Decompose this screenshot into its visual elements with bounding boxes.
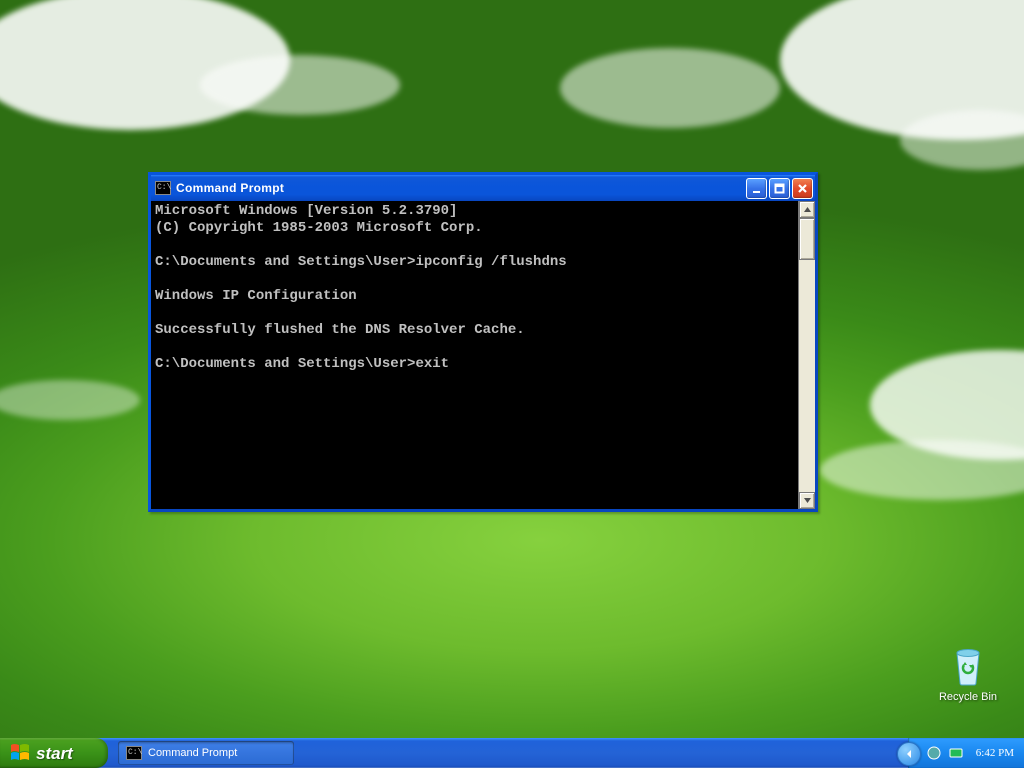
cmd-icon: C:\ [155,181,171,195]
desktop-icon-label: Recycle Bin [932,691,1004,703]
titlebar[interactable]: C:\ Command Prompt [151,175,815,202]
system-tray[interactable]: 6:42 PM [908,738,1024,768]
recycle-bin-icon [950,643,986,687]
desktop-icon-recycle-bin[interactable]: Recycle Bin [932,643,1004,703]
taskbar-button-label: Command Prompt [148,747,237,759]
taskbar[interactable]: start C:\ Command Prompt 6:42 PM [0,738,1024,768]
tray-collapse-button[interactable] [897,742,921,766]
command-prompt-window[interactable]: C:\ Command Prompt Microsoft Windows [Ve… [148,172,818,512]
cloud-decoration [0,380,140,420]
taskbar-button-command-prompt[interactable]: C:\ Command Prompt [118,741,294,765]
cloud-decoration [820,440,1024,500]
cloud-decoration [200,55,400,115]
minimize-button[interactable] [746,178,767,199]
windows-logo-icon [10,744,30,762]
scroll-up-button[interactable] [799,201,815,218]
scrollbar-thumb[interactable] [799,218,815,260]
terminal-output[interactable]: Microsoft Windows [Version 5.2.3790] (C)… [151,201,798,509]
tray-icon[interactable] [926,745,942,761]
start-button[interactable]: start [0,738,108,768]
cloud-decoration [560,48,780,128]
maximize-button[interactable] [769,178,790,199]
desktop[interactable]: Recycle Bin C:\ Command Prompt Microsoft… [0,0,1024,768]
close-button[interactable] [792,178,813,199]
window-title: Command Prompt [176,181,744,195]
vertical-scrollbar[interactable] [798,201,815,509]
cmd-icon: C:\ [126,746,142,760]
scroll-down-button[interactable] [799,492,815,509]
scrollbar-track[interactable] [799,218,815,492]
taskbar-clock[interactable]: 6:42 PM [970,747,1014,759]
tray-icon[interactable] [948,745,964,761]
start-label: start [36,745,73,762]
